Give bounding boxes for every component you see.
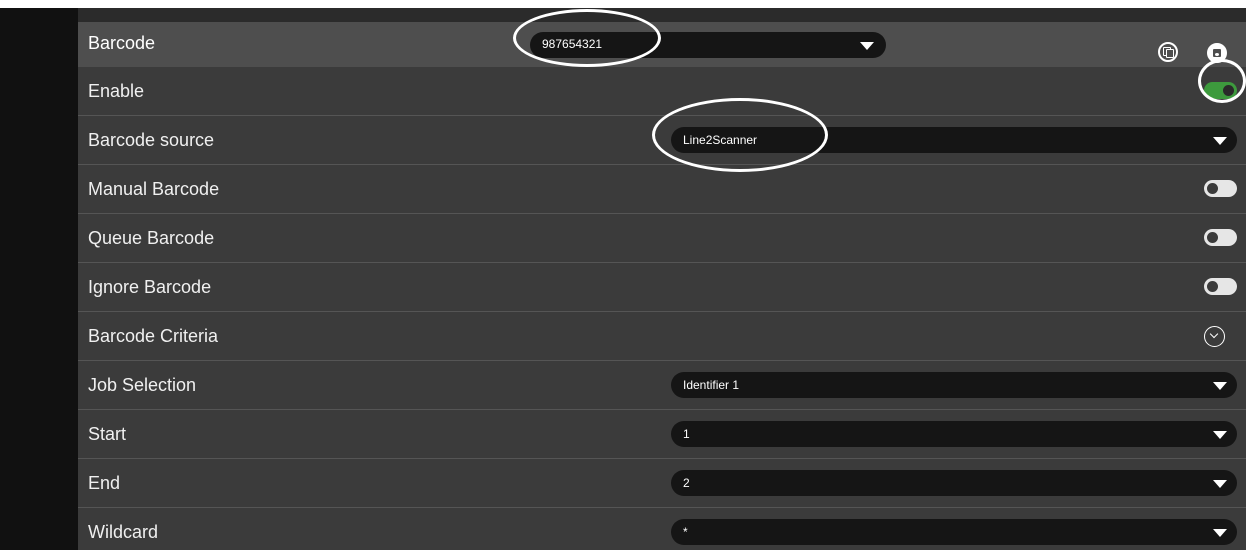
chevron-down-icon [860, 42, 874, 50]
row-start: Start 1 [78, 410, 1246, 459]
row-job-selection: Job Selection Identifier 1 [78, 361, 1246, 410]
screen: Barcode 987654321 Enable Barcode source … [0, 0, 1256, 550]
end-select[interactable]: 2 [671, 470, 1237, 496]
row-label-wildcard: Wildcard [88, 522, 159, 542]
barcode-panel: Barcode 987654321 Enable Barcode source … [78, 8, 1246, 550]
wildcard-select[interactable]: * [671, 519, 1237, 545]
row-label-manual-barcode: Manual Barcode [88, 179, 220, 199]
row-barcode-criteria[interactable]: Barcode Criteria [78, 312, 1246, 361]
chevron-down-icon [1213, 480, 1227, 488]
row-label-barcode-criteria: Barcode Criteria [88, 326, 219, 346]
annotation-circle-barcode-source [652, 98, 828, 172]
row-label-ignore-barcode: Ignore Barcode [88, 277, 212, 297]
row-manual-barcode: Manual Barcode [78, 165, 1246, 214]
chevron-down-icon [1213, 137, 1227, 145]
row-queue-barcode: Queue Barcode [78, 214, 1246, 263]
ignore-barcode-toggle[interactable] [1204, 278, 1237, 295]
start-value: 1 [683, 427, 690, 441]
panel-title: Barcode [88, 33, 156, 53]
row-label-enable: Enable [88, 81, 145, 101]
chevron-down-icon[interactable] [1204, 326, 1225, 347]
wildcard-value: * [683, 525, 688, 539]
manual-barcode-toggle[interactable] [1204, 180, 1237, 197]
row-label-job-selection: Job Selection [88, 375, 197, 395]
row-wildcard: Wildcard * [78, 508, 1246, 550]
start-select[interactable]: 1 [671, 421, 1237, 447]
panel-header: Barcode 987654321 [78, 22, 1246, 67]
copy-icon[interactable] [1158, 42, 1178, 62]
row-label-start: Start [88, 424, 127, 444]
row-enable: Enable [78, 67, 1246, 116]
chevron-down-icon [1213, 431, 1227, 439]
row-ignore-barcode: Ignore Barcode [78, 263, 1246, 312]
job-selection-select[interactable]: Identifier 1 [671, 372, 1237, 398]
annotation-circle-barcode-select [513, 9, 661, 67]
row-label-barcode-source: Barcode source [88, 130, 215, 150]
annotation-circle-enable-toggle [1198, 59, 1246, 103]
left-sidebar-edge [0, 8, 78, 550]
row-label-queue-barcode: Queue Barcode [88, 228, 215, 248]
chevron-down-icon [1213, 382, 1227, 390]
chevron-down-icon [1213, 529, 1227, 537]
row-label-end: End [88, 473, 121, 493]
job-selection-value: Identifier 1 [683, 378, 740, 392]
panel-top-strip [78, 8, 1246, 22]
end-value: 2 [683, 476, 690, 490]
queue-barcode-toggle[interactable] [1204, 229, 1237, 246]
row-end: End 2 [78, 459, 1246, 508]
